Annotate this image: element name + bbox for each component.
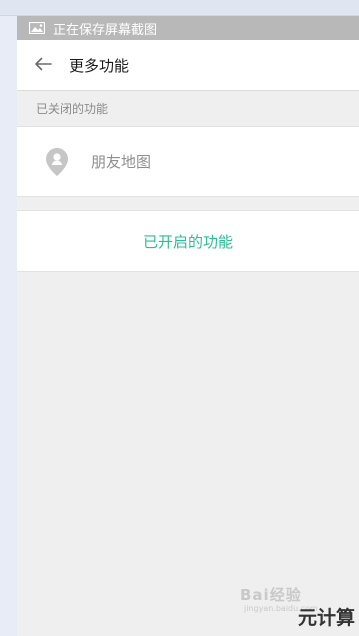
status-bar: 正在保存屏幕截图 (17, 16, 359, 40)
status-text: 正在保存屏幕截图 (53, 22, 158, 38)
phone-screen: 正在保存屏幕截图 更多功能 已关闭的功能 朋友地图 已开启的功能 (17, 16, 359, 636)
closed-section-label: 已关闭的功能 (36, 102, 109, 116)
watermark-brand: 元计算 (297, 607, 355, 629)
watermark: Bai经验 jingyan.baidu.com 元计算 (240, 574, 359, 636)
enabled-features-row[interactable]: 已开启的功能 (17, 210, 359, 272)
image-icon (29, 22, 45, 34)
location-pin-icon (39, 147, 75, 177)
watermark-text: Bai经验 (240, 586, 302, 604)
page-title: 更多功能 (69, 56, 130, 75)
top-strip (0, 0, 359, 16)
feature-item-label: 朋友地图 (91, 153, 152, 171)
feature-item-friend-map[interactable]: 朋友地图 (17, 126, 359, 197)
title-bar: 更多功能 (17, 40, 359, 91)
back-button[interactable] (17, 40, 69, 91)
back-arrow-icon (34, 56, 52, 75)
